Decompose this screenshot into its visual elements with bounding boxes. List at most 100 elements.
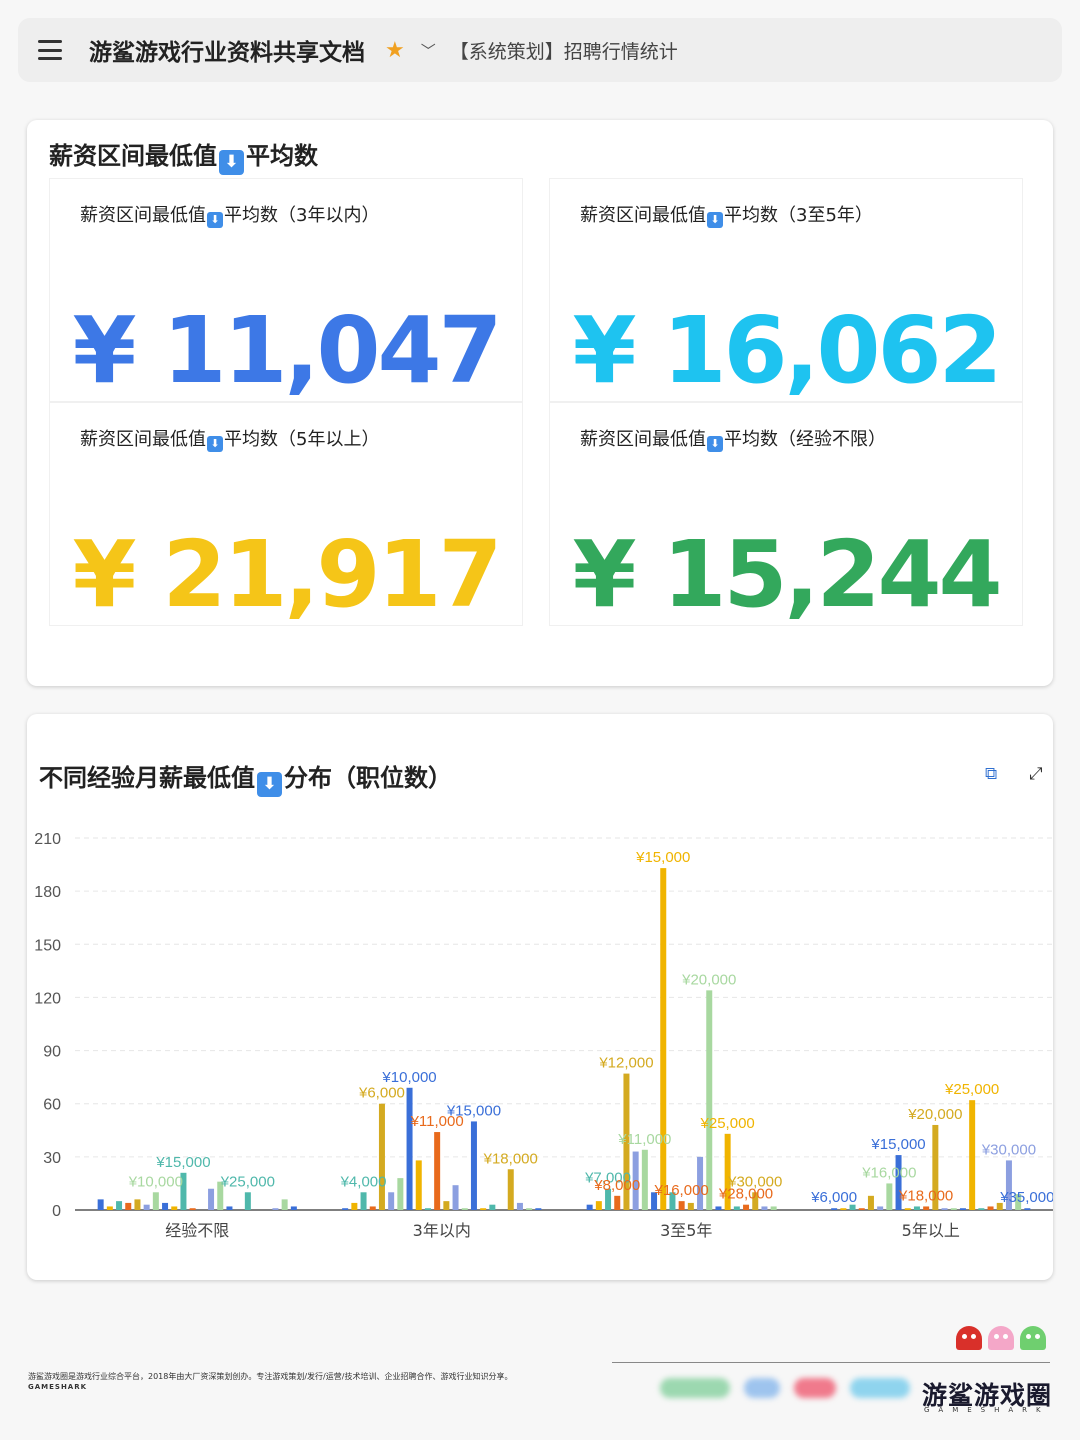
y-tick-label: 30 xyxy=(43,1150,61,1167)
x-tick-label: 3至5年 xyxy=(660,1221,712,1240)
kpi-label: 薪资区间最低值 ⬇ 平均数（经验不限） xyxy=(580,429,886,452)
bar xyxy=(959,1208,966,1210)
partner-logo xyxy=(794,1378,836,1398)
y-tick-label: 90 xyxy=(43,1044,61,1061)
y-tick-label: 120 xyxy=(34,990,61,1007)
bar xyxy=(715,1206,722,1210)
y-tick-label: 150 xyxy=(34,937,61,954)
bar xyxy=(969,1100,976,1210)
ghost-icon xyxy=(956,1326,982,1350)
data-label: ¥6,000 xyxy=(358,1085,405,1102)
bar xyxy=(281,1199,288,1210)
data-label: ¥6,000 xyxy=(810,1189,857,1206)
bar xyxy=(272,1208,279,1210)
bar xyxy=(152,1192,159,1210)
data-label: ¥25,000 xyxy=(944,1081,999,1098)
bar xyxy=(388,1192,395,1210)
partner-logos xyxy=(660,1378,910,1398)
data-label: ¥30,000 xyxy=(727,1173,782,1190)
bar xyxy=(162,1202,169,1210)
down-arrow-icon: ⬇ xyxy=(707,436,723,452)
down-arrow-icon: ⬇ xyxy=(219,150,244,175)
bar xyxy=(733,1206,740,1210)
bar xyxy=(452,1185,459,1210)
bar xyxy=(434,1132,441,1210)
data-label: ¥15,000 xyxy=(870,1136,925,1153)
bar xyxy=(706,990,713,1210)
bar xyxy=(97,1199,104,1210)
salary-average-panel: 薪资区间最低值 ⬇ 平均数 薪资区间最低值 ⬇ 平均数（3年以内） ¥ 11,047 薪… xyxy=(27,120,1053,686)
ghost-mascots xyxy=(956,1326,1046,1350)
x-tick-label: 3年以内 xyxy=(413,1221,471,1240)
data-label: ¥25,000 xyxy=(220,1173,275,1190)
data-label: ¥18,000 xyxy=(898,1187,953,1204)
bar xyxy=(923,1206,930,1210)
data-label: ¥20,000 xyxy=(681,971,736,988)
data-label: ¥12,000 xyxy=(598,1055,653,1072)
kpi-label: 薪资区间最低值 ⬇ 平均数（5年以上） xyxy=(80,429,380,452)
bar xyxy=(840,1208,847,1210)
kpi-card-under-3-years: 薪资区间最低值 ⬇ 平均数（3年以内） ¥ 11,047 xyxy=(49,178,523,404)
x-tick-label: 5年以上 xyxy=(902,1221,960,1240)
bar xyxy=(351,1202,358,1210)
bar xyxy=(443,1201,450,1210)
bar xyxy=(378,1103,385,1210)
bar xyxy=(987,1206,994,1210)
bar xyxy=(941,1208,948,1210)
data-label: ¥16,000 xyxy=(654,1182,709,1199)
data-label: ¥16,000 xyxy=(861,1164,916,1181)
partner-logo xyxy=(744,1378,780,1398)
bar xyxy=(244,1192,251,1210)
footer-description: 游鲨游戏圈是游戏行业综合平台，2018年由大厂资深策划创办。专注游戏策划/发行/… xyxy=(28,1372,513,1391)
bar xyxy=(125,1202,132,1210)
salary-distribution-panel: 不同经验月薪最低值 ⬇ 分布（职位数） ⧉ ⤢ 0 30 60 90 120 150 180 21… xyxy=(27,714,1053,1280)
ghost-icon xyxy=(988,1326,1014,1350)
bar xyxy=(171,1206,178,1210)
bar xyxy=(831,1208,838,1210)
bar xyxy=(189,1208,196,1210)
kpi-card-over-5-years: 薪资区间最低值 ⬇ 平均数（5年以上） ¥ 21,917 xyxy=(49,402,523,628)
bar xyxy=(461,1208,468,1210)
data-label: ¥15,000 xyxy=(635,849,690,866)
kpi-label: 薪资区间最低值 ⬇ 平均数（3年以内） xyxy=(80,205,380,228)
bar xyxy=(913,1206,920,1210)
bar xyxy=(586,1204,593,1210)
bar xyxy=(507,1169,514,1210)
x-tick-label: 经验不限 xyxy=(165,1221,229,1240)
data-label: ¥25,000 xyxy=(700,1115,755,1132)
partner-logo xyxy=(850,1378,910,1398)
bar xyxy=(770,1206,777,1210)
y-tick-label: 0 xyxy=(52,1203,61,1220)
bar xyxy=(116,1201,123,1210)
data-label: ¥10,000 xyxy=(128,1173,183,1190)
bar xyxy=(397,1178,404,1210)
down-arrow-icon: ⬇ xyxy=(707,212,723,228)
bar xyxy=(470,1121,477,1210)
down-arrow-icon: ⬇ xyxy=(207,212,223,228)
bar xyxy=(226,1206,233,1210)
down-arrow-icon: ⬇ xyxy=(207,436,223,452)
data-label: ¥15,000 xyxy=(446,1102,501,1119)
ghost-icon xyxy=(1020,1326,1046,1350)
bar xyxy=(904,1208,911,1210)
brand-sub: GAMESHARK xyxy=(924,1406,1050,1414)
bar xyxy=(660,868,667,1210)
bar xyxy=(877,1206,884,1210)
bar xyxy=(526,1208,533,1210)
chevron-down-icon[interactable]: ﹀ xyxy=(421,40,436,61)
data-label: ¥30,000 xyxy=(981,1141,1036,1158)
menu-icon[interactable] xyxy=(38,40,62,60)
star-icon[interactable]: ★ xyxy=(385,38,405,63)
bar xyxy=(106,1206,113,1210)
kpi-label: 薪资区间最低值 ⬇ 平均数（3至5年） xyxy=(580,205,873,228)
bar xyxy=(950,1208,957,1210)
bar xyxy=(641,1149,648,1210)
bar xyxy=(360,1192,367,1210)
sheet-title[interactable]: 【系统策划】招聘行情统计 xyxy=(450,37,678,64)
kpi-value: ¥ 15,244 xyxy=(572,521,1002,628)
data-label: ¥11,000 xyxy=(617,1131,671,1148)
kpi-value: ¥ 16,062 xyxy=(572,297,1002,404)
bar xyxy=(134,1199,141,1210)
data-label: ¥20,000 xyxy=(907,1106,962,1123)
data-label: ¥8,000 xyxy=(593,1177,640,1194)
